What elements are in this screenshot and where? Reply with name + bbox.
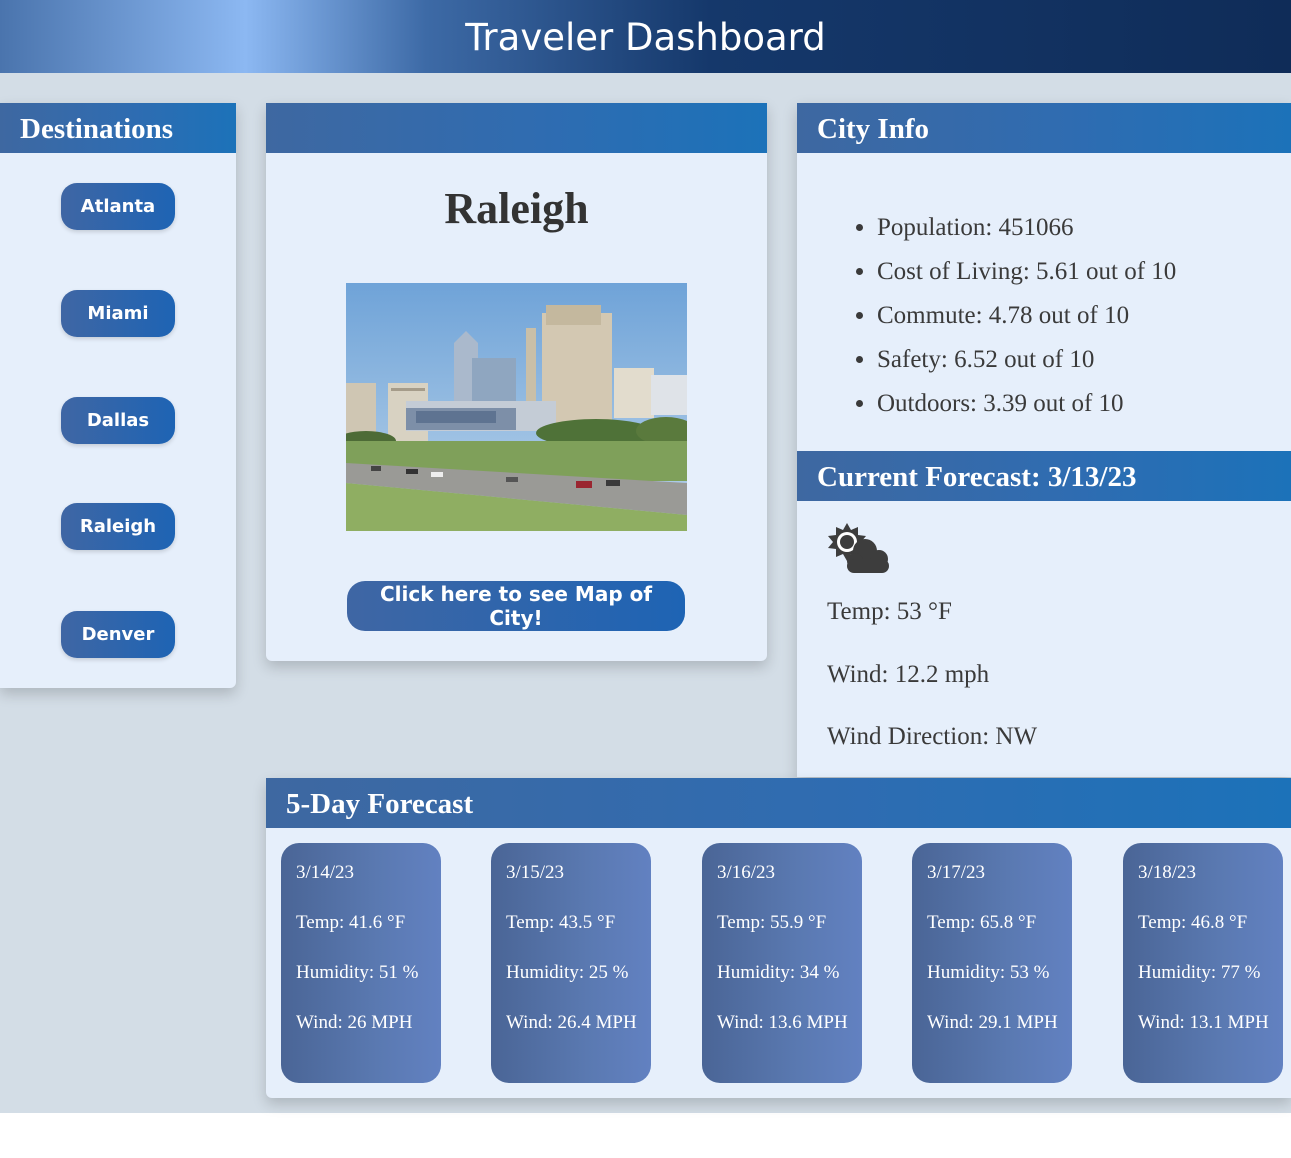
forecast-date: 3/17/23 — [927, 862, 986, 883]
stat-outdoors: Outdoors: 3.39 out of 10 — [877, 382, 1176, 426]
forecast-temp: Temp: 43.5 °F — [506, 912, 616, 933]
forecast-date: 3/18/23 — [1138, 862, 1197, 883]
destinations-heading: Destinations — [0, 103, 236, 153]
forecast-wind: Wind: 26.4 MPH — [506, 1012, 637, 1033]
stat-safety: Safety: 6.52 out of 10 — [877, 338, 1176, 382]
forecast-day-card: 3/17/23 Temp: 65.8 °F Humidity: 53 % Win… — [912, 843, 1072, 1083]
destination-button-miami[interactable]: Miami — [61, 290, 175, 337]
city-card-header — [266, 103, 767, 153]
forecast-day-card: 3/14/23 Temp: 41.6 °F Humidity: 51 % Win… — [281, 843, 441, 1083]
destination-button-raleigh[interactable]: Raleigh — [61, 503, 175, 550]
forecast-humidity: Humidity: 77 % — [1138, 962, 1261, 983]
partly-cloudy-icon — [825, 521, 891, 575]
destination-button-atlanta[interactable]: Atlanta — [61, 183, 175, 230]
forecast-humidity: Humidity: 53 % — [927, 962, 1050, 983]
forecast-wind: Wind: 13.1 MPH — [1138, 1012, 1269, 1033]
forecast-humidity: Humidity: 34 % — [717, 962, 840, 983]
destinations-panel: Destinations Atlanta Miami Dallas Raleig… — [0, 103, 236, 688]
forecast-day-card: 3/15/23 Temp: 43.5 °F Humidity: 25 % Win… — [491, 843, 651, 1083]
destination-button-denver[interactable]: Denver — [61, 611, 175, 658]
page-title: Traveler Dashboard — [465, 16, 826, 59]
five-day-heading: 5-Day Forecast — [266, 778, 1291, 828]
five-day-forecast-panel: 5-Day Forecast 3/14/23 Temp: 41.6 °F Hum… — [266, 778, 1291, 1098]
city-name: Raleigh — [444, 184, 589, 233]
city-info-panel: City Info Population: 451066 Cost of Liv… — [797, 103, 1291, 777]
stat-population: Population: 451066 — [877, 206, 1176, 250]
current-forecast-heading: Current Forecast: 3/13/23 — [797, 451, 1291, 501]
forecast-temp: Temp: 65.8 °F — [927, 912, 1037, 933]
destination-button-dallas[interactable]: Dallas — [61, 397, 175, 444]
stat-cost-of-living: Cost of Living: 5.61 out of 10 — [877, 250, 1176, 294]
current-wind-direction: Wind Direction: NW — [827, 723, 1038, 750]
city-skyline-image — [346, 283, 687, 531]
city-card: Raleigh Click here to see Map of City! — [266, 103, 767, 661]
forecast-wind: Wind: 26 MPH — [296, 1012, 413, 1033]
forecast-humidity: Humidity: 51 % — [296, 962, 419, 983]
forecast-day-card: 3/18/23 Temp: 46.8 °F Humidity: 77 % Win… — [1123, 843, 1283, 1083]
forecast-date: 3/15/23 — [506, 862, 565, 883]
forecast-day-card: 3/16/23 Temp: 55.9 °F Humidity: 34 % Win… — [702, 843, 862, 1083]
forecast-humidity: Humidity: 25 % — [506, 962, 629, 983]
forecast-wind: Wind: 13.6 MPH — [717, 1012, 848, 1033]
forecast-temp: Temp: 46.8 °F — [1138, 912, 1248, 933]
current-temp: Temp: 53 °F — [827, 598, 952, 625]
forecast-wind: Wind: 29.1 MPH — [927, 1012, 1058, 1033]
current-wind: Wind: 12.2 mph — [827, 661, 990, 688]
forecast-temp: Temp: 55.9 °F — [717, 912, 827, 933]
stat-commute: Commute: 4.78 out of 10 — [877, 294, 1176, 338]
forecast-date: 3/14/23 — [296, 862, 355, 883]
city-stats-list: Population: 451066 Cost of Living: 5.61 … — [834, 206, 1176, 426]
see-map-button[interactable]: Click here to see Map of City! — [347, 581, 685, 631]
forecast-temp: Temp: 41.6 °F — [296, 912, 406, 933]
forecast-date: 3/16/23 — [717, 862, 776, 883]
city-info-heading: City Info — [797, 103, 1291, 153]
page-header: Traveler Dashboard — [0, 0, 1291, 73]
